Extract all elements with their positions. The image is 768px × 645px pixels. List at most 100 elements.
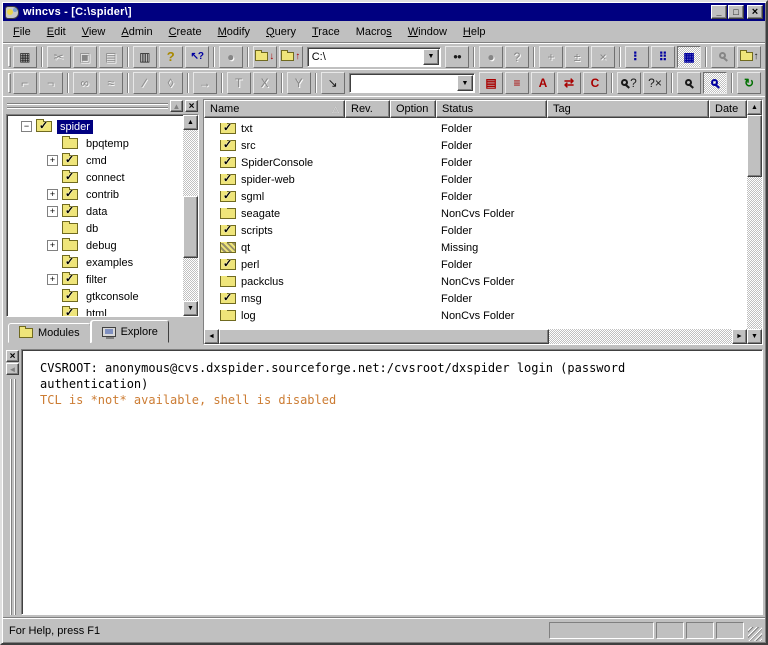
tree-vertical-scrollbar[interactable]: ▲ ▼ <box>183 115 198 316</box>
menu-trace[interactable]: Trace <box>304 23 348 41</box>
column-header-date[interactable]: Date <box>709 100 747 118</box>
tree-item[interactable]: ✓examples <box>7 254 183 271</box>
tab-explore[interactable]: Explore <box>91 320 169 343</box>
add-button[interactable]: + <box>539 46 563 68</box>
tree-item[interactable]: ✓gtkconsole <box>7 288 183 305</box>
chevron-down-icon[interactable]: ▼ <box>423 49 439 65</box>
menu-window[interactable]: Window <box>400 23 455 41</box>
tree-item[interactable]: ✓data <box>7 203 183 220</box>
tree-expander[interactable] <box>47 189 58 200</box>
close-console-icon[interactable]: × <box>6 350 19 362</box>
search-selection-button[interactable] <box>703 72 727 94</box>
save-button[interactable]: ▦ <box>13 46 37 68</box>
list-row[interactable]: ✓spider-webFolder <box>204 171 747 188</box>
scroll-up-icon[interactable]: ▲ <box>183 115 198 130</box>
column-header-option[interactable]: Option <box>390 100 436 118</box>
view-flat-button[interactable]: ⠿ <box>651 46 675 68</box>
tree-expander[interactable] <box>47 274 58 285</box>
pane-gripper[interactable]: ▲ × <box>5 99 200 113</box>
menu-file[interactable]: File <box>5 23 39 41</box>
list-vertical-scrollbar[interactable]: ▲ ▼ <box>747 100 762 344</box>
list-row[interactable]: ✓logNonCvs Folder <box>204 307 747 324</box>
text-mode-button[interactable]: T <box>227 72 251 94</box>
annotate-query-button[interactable]: A <box>531 72 555 94</box>
stop-command-button[interactable]: ● <box>479 46 503 68</box>
maximize-button[interactable]: □ <box>728 5 744 19</box>
tree-item[interactable]: ✓db <box>7 220 183 237</box>
browse-location-button[interactable]: ↓ <box>253 46 277 68</box>
copy-button[interactable]: ▣ <box>73 46 97 68</box>
query-help-button[interactable]: ? <box>617 72 641 94</box>
help-box-button[interactable]: ? <box>505 46 529 68</box>
query-close-button[interactable]: ?× <box>643 72 667 94</box>
gripper-lines[interactable] <box>5 379 20 615</box>
list-row[interactable]: ✓seagateNonCvs Folder <box>204 205 747 222</box>
branch-button[interactable]: Y <box>287 72 311 94</box>
paste-button[interactable]: ▤ <box>99 46 123 68</box>
redirect-output-button[interactable]: ↘ <box>321 72 345 94</box>
tree-item[interactable]: ✓filter <box>7 271 183 288</box>
edit-button[interactable]: ∕ <box>133 72 157 94</box>
path-combobox[interactable]: C:\ ▼ <box>307 47 441 67</box>
search-log-button[interactable] <box>677 72 701 94</box>
tree-item[interactable]: ✓connect <box>7 169 183 186</box>
list-row[interactable]: ✓txtFolder <box>204 120 747 137</box>
scroll-left-icon[interactable]: ◄ <box>204 329 219 344</box>
scroll-up-icon[interactable]: ▲ <box>747 100 762 115</box>
filter-view-button[interactable] <box>711 46 735 68</box>
scroll-down-icon[interactable]: ▼ <box>183 301 198 316</box>
watch-button[interactable]: ∞ <box>73 72 97 94</box>
menu-modify[interactable]: Modify <box>210 23 258 41</box>
toolbar-gripper[interactable] <box>8 73 11 93</box>
tree-expander[interactable] <box>21 121 32 132</box>
list-row[interactable]: ✓msgFolder <box>204 290 747 307</box>
tree-item[interactable]: ✓bpqtemp <box>7 135 183 152</box>
modify-button[interactable]: ± <box>565 46 589 68</box>
menu-macros[interactable]: Macros <box>348 23 400 41</box>
menu-view[interactable]: View <box>74 23 114 41</box>
list-row[interactable]: ✓sgmlFolder <box>204 188 747 205</box>
toolbar-gripper[interactable] <box>8 47 11 67</box>
scrollbar-thumb[interactable] <box>747 115 762 177</box>
log-query-button[interactable]: ≡ <box>505 72 529 94</box>
logout-button[interactable]: ¬ <box>39 72 63 94</box>
list-row[interactable]: ✓srcFolder <box>204 137 747 154</box>
unwatch-button[interactable]: ≈ <box>99 72 123 94</box>
tree-expander[interactable] <box>47 206 58 217</box>
find-button[interactable]: ●● <box>445 46 469 68</box>
tree-item[interactable]: ✓cmd <box>7 152 183 169</box>
column-header-tag[interactable]: Tag <box>547 100 709 118</box>
view-details-button[interactable]: ▦ <box>677 46 701 68</box>
diff-query-button[interactable]: ⇄ <box>557 72 581 94</box>
chevron-down-icon[interactable]: ▼ <box>457 75 473 91</box>
filter-combobox[interactable]: ▼ <box>349 73 475 93</box>
minimize-button[interactable]: _ <box>711 5 727 19</box>
menu-admin[interactable]: Admin <box>113 23 160 41</box>
column-header-status[interactable]: Status <box>436 100 547 118</box>
view-tree-button[interactable]: ⠇ <box>625 46 649 68</box>
tree-expander[interactable] <box>47 155 58 166</box>
list-row[interactable]: ✓SpiderConsoleFolder <box>204 154 747 171</box>
column-header-rev[interactable]: Rev. <box>345 100 390 118</box>
scroll-right-icon[interactable]: ► <box>732 329 747 344</box>
scroll-down-icon[interactable]: ▼ <box>747 329 762 344</box>
menu-edit[interactable]: Edit <box>39 23 74 41</box>
column-header-name[interactable]: Name△ <box>204 100 345 118</box>
commit-query-button[interactable]: C <box>583 72 607 94</box>
scrollbar-thumb[interactable] <box>219 329 549 344</box>
collapse-pane-icon[interactable]: ▲ <box>170 100 183 112</box>
tree-item[interactable]: ✓debug <box>7 237 183 254</box>
binary-mode-button[interactable]: X <box>253 72 277 94</box>
list-row[interactable]: ✓scriptsFolder <box>204 222 747 239</box>
tree-item[interactable]: ✓contrib <box>7 186 183 203</box>
stop-button[interactable]: ● <box>219 46 243 68</box>
scrollbar-thumb[interactable] <box>183 196 198 258</box>
refresh-button[interactable]: ↻ <box>737 72 761 94</box>
print-button[interactable]: ▥ <box>133 46 157 68</box>
delete-button[interactable]: × <box>591 46 615 68</box>
menu-query[interactable]: Query <box>258 23 304 41</box>
collapse-console-icon[interactable]: ◄ <box>6 363 19 375</box>
context-help-button[interactable]: ↖? <box>185 46 209 68</box>
close-button[interactable]: × <box>747 5 763 19</box>
parent-folder-button[interactable]: ↑ <box>737 46 761 68</box>
